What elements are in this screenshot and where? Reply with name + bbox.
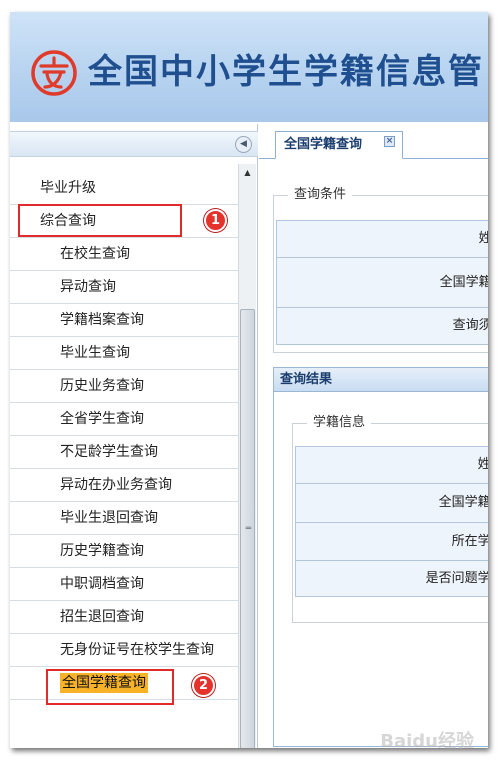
highlight-box-comprehensive-query	[18, 204, 182, 237]
sidebar-item-label: 在校生查询	[60, 246, 130, 262]
sidebar-item-label: 异动在办业务查询	[60, 477, 172, 493]
sidebar-item-label: 无身份证号在校学生查询	[60, 642, 214, 658]
query-conditions-legend: 查询条件	[288, 187, 353, 203]
sidebar-item-label: 毕业升级	[40, 180, 96, 196]
tab-strip: 全国学籍查询 ×	[259, 129, 488, 159]
main-content: 全国学籍查询 × 查询条件 姓名: 全国学籍号: 查询须知: 查询结果 学籍信息…	[259, 124, 488, 748]
result-label-national-id: 全国学籍号:	[296, 484, 488, 523]
grip-icon: ═	[245, 524, 252, 534]
sidebar-item-enrolled-student-query[interactable]: 在校生查询	[10, 238, 238, 271]
browser-frame: 全国中小学生学籍信息管 ◀ 毕业升级 综合查询 在校生查询 异动查询 学籍档案查…	[10, 12, 488, 748]
sidebar-item-label: 历史业务查询	[60, 378, 144, 394]
sidebar-menu: 毕业升级 综合查询 在校生查询 异动查询 学籍档案查询 毕业生查询 历史业务查询…	[10, 172, 238, 700]
sidebar-item-graduation-promotion[interactable]: 毕业升级	[10, 172, 238, 205]
sidebar-item-label: 异动查询	[60, 279, 116, 295]
sidebar-item-graduate-query[interactable]: 毕业生查询	[10, 337, 238, 370]
student-info-legend: 学籍信息	[307, 415, 372, 431]
watermark: Baidu经验	[380, 731, 474, 752]
sidebar-item-label: 毕业生退回查询	[60, 510, 158, 526]
sidebar-scrollbar[interactable]: ▲ ═	[238, 164, 256, 748]
field-label-name: 姓名:	[277, 221, 488, 258]
sidebar-item-label: 不足龄学生查询	[60, 444, 158, 460]
sidebar-item-history-business-query[interactable]: 历史业务查询	[10, 370, 238, 403]
close-icon[interactable]: ×	[384, 136, 395, 147]
step-badge-2: 2	[192, 674, 215, 697]
sidebar: ◀ 毕业升级 综合查询 在校生查询 异动查询 学籍档案查询 毕业生查询 历史业务…	[10, 124, 258, 748]
system-title: 全国中小学生学籍信息管	[88, 52, 484, 92]
sidebar-item-no-id-student-query[interactable]: 无身份证号在校学生查询	[10, 634, 238, 667]
result-label-problem-record: 是否问题学籍:	[296, 561, 488, 597]
student-info-grid: 姓名: 全国学籍号: 所在学段: 是否问题学籍:	[295, 446, 488, 597]
sidebar-item-province-student-query[interactable]: 全省学生查询	[10, 403, 238, 436]
query-conditions-grid: 姓名: 全国学籍号: 查询须知:	[276, 220, 488, 345]
tab-label: 全国学籍查询	[284, 137, 363, 152]
sidebar-item-vocational-file-query[interactable]: 中职调档查询	[10, 568, 238, 601]
sidebar-item-history-record-query[interactable]: 历史学籍查询	[10, 535, 238, 568]
sidebar-item-graduate-return-query[interactable]: 毕业生退回查询	[10, 502, 238, 535]
sidebar-item-label: 毕业生查询	[60, 345, 130, 361]
scroll-up-icon[interactable]: ▲	[239, 164, 256, 181]
tab-national-record-query[interactable]: 全国学籍查询 ×	[275, 131, 403, 159]
sidebar-item-archive-query[interactable]: 学籍档案查询	[10, 304, 238, 337]
step-badge-1: 1	[204, 209, 227, 232]
highlight-box-national-record-query	[46, 669, 174, 705]
sidebar-item-label: 招生退回查询	[60, 609, 144, 625]
sidebar-item-label: 学籍档案查询	[60, 312, 144, 328]
sidebar-item-label: 中职调档查询	[60, 576, 144, 592]
sidebar-item-underage-student-query[interactable]: 不足龄学生查询	[10, 436, 238, 469]
result-label-school-stage: 所在学段:	[296, 523, 488, 561]
query-results-title: 查询结果	[274, 368, 488, 392]
sidebar-item-pending-transfer-query[interactable]: 异动在办业务查询	[10, 469, 238, 502]
sidebar-item-label: 历史学籍查询	[60, 543, 144, 559]
sidebar-item-enrollment-return-query[interactable]: 招生退回查询	[10, 601, 238, 634]
sidebar-item-label: 全省学生查询	[60, 411, 144, 427]
student-info-fieldset: 学籍信息 姓名: 全国学籍号: 所在学段: 是否问题学籍:	[292, 415, 488, 623]
collapse-sidebar-icon[interactable]: ◀	[235, 136, 252, 153]
query-conditions-fieldset: 查询条件 姓名: 全国学籍号: 查询须知:	[273, 187, 488, 353]
result-label-name: 姓名:	[296, 447, 488, 484]
field-label-query-notice: 查询须知:	[277, 308, 488, 345]
scrollbar-thumb[interactable]: ═	[240, 309, 255, 748]
sidebar-item-transfer-query[interactable]: 异动查询	[10, 271, 238, 304]
sidebar-header: ◀	[10, 131, 258, 157]
header-banner: 全国中小学生学籍信息管	[10, 12, 488, 122]
field-label-national-id: 全国学籍号:	[277, 258, 488, 308]
system-logo-icon	[31, 50, 77, 96]
query-results-panel: 查询结果 学籍信息 姓名: 全国学籍号: 所在学段: 是否问题学籍:	[273, 367, 488, 747]
